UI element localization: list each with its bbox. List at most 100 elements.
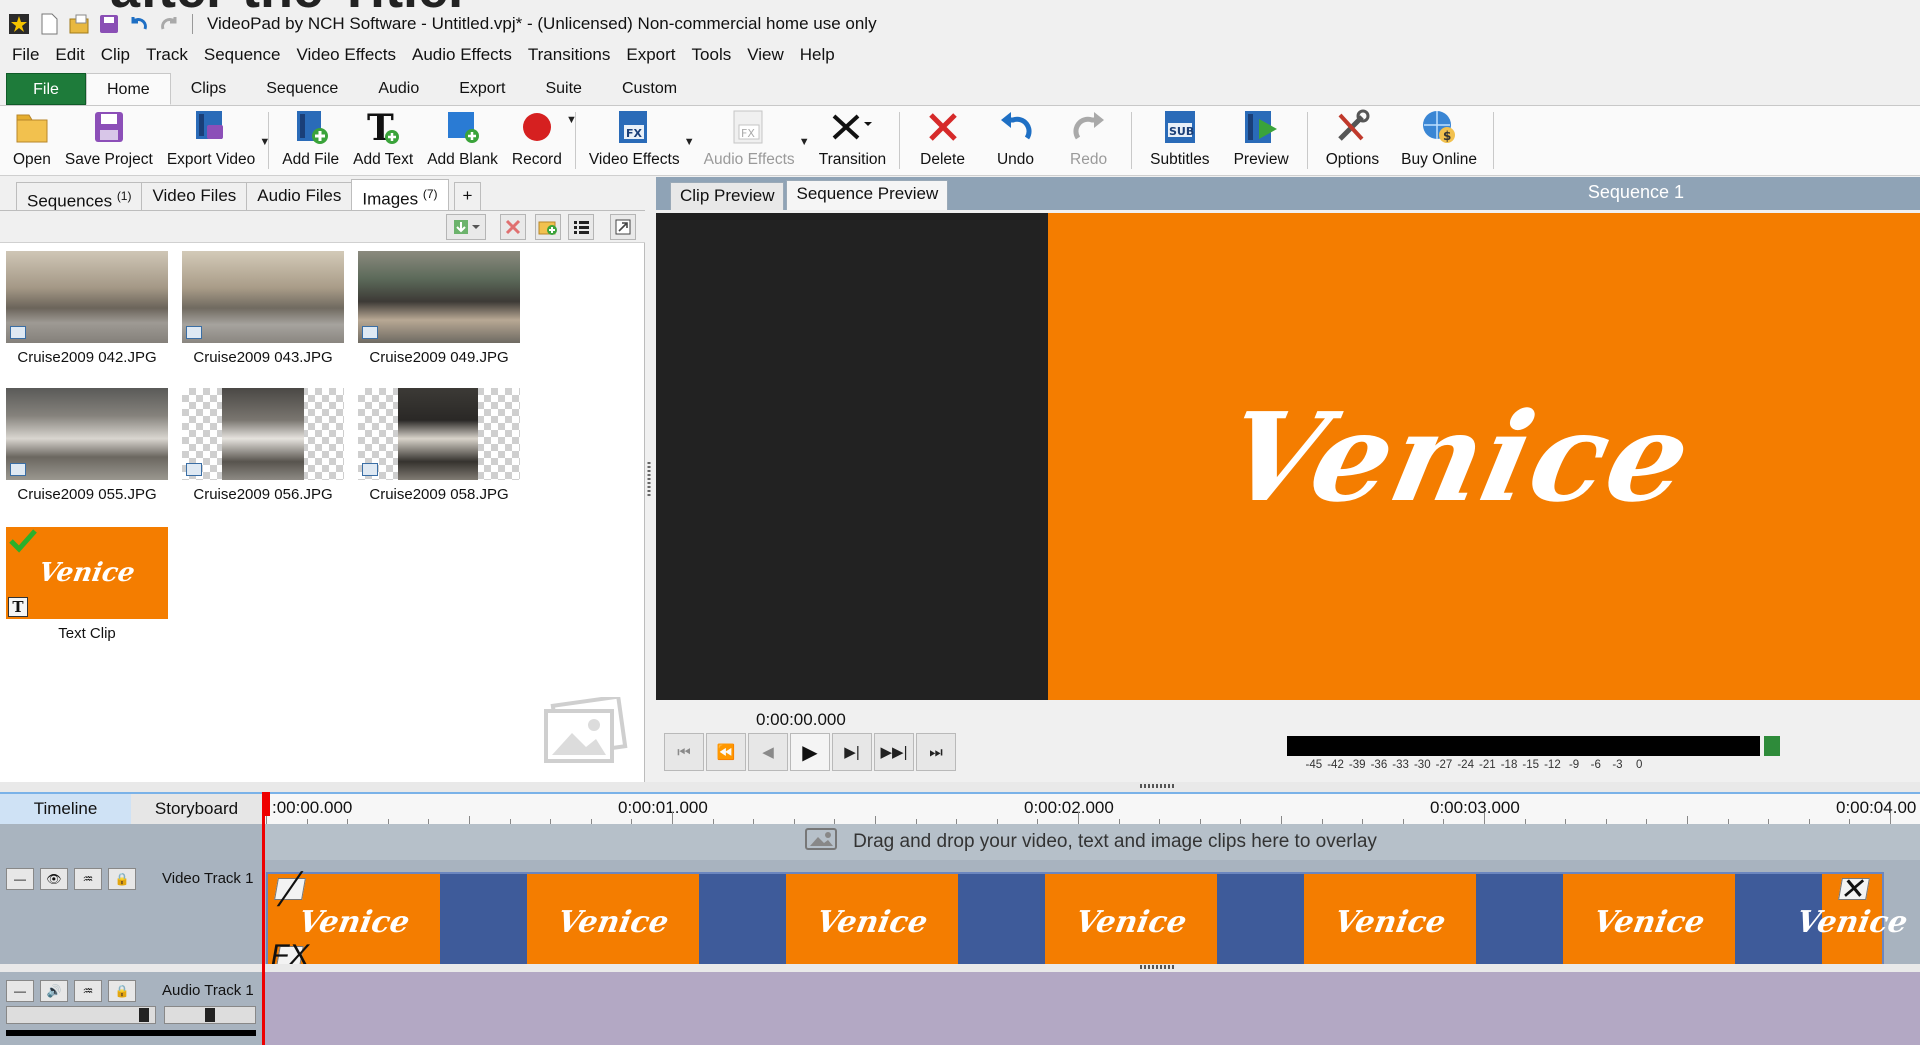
menu-help[interactable]: Help	[792, 45, 843, 65]
lock-track-icon[interactable]: 🔒	[108, 868, 136, 890]
skip-to-start-icon[interactable]: ⏮	[664, 733, 704, 771]
menu-view[interactable]: View	[739, 45, 792, 65]
new-project-icon[interactable]	[38, 13, 60, 35]
media-item[interactable]: Cruise2009 056.JPG	[182, 388, 344, 503]
timeline-clip[interactable]: Venice	[1304, 874, 1476, 970]
add-blank-button[interactable]: Add Blank	[420, 106, 505, 175]
export-dropdown-arrow[interactable]: ▼	[259, 136, 270, 148]
remove-x-icon[interactable]	[500, 214, 526, 240]
next-frame-icon[interactable]: ▶▶|	[874, 733, 914, 771]
ribbon-tab-custom[interactable]: Custom	[602, 73, 697, 105]
menu-track[interactable]: Track	[138, 45, 196, 65]
timeline-clip[interactable]: Venice	[1045, 874, 1217, 970]
menu-clip[interactable]: Clip	[93, 45, 138, 65]
lock-track-icon[interactable]: 🔒	[108, 980, 136, 1002]
horizontal-splitter[interactable]	[0, 782, 1920, 792]
media-item[interactable]: Cruise2009 058.JPG	[358, 388, 520, 503]
menu-sequence[interactable]: Sequence	[196, 45, 289, 65]
tab-audio-files[interactable]: Audio Files	[246, 182, 353, 210]
play-icon[interactable]: ▶	[790, 733, 830, 771]
delete-button[interactable]: Delete	[906, 106, 979, 175]
playhead-handle[interactable]	[262, 792, 270, 816]
time-ruler[interactable]: :00:00.000 0:00:01.000 0:00:02.000 0:00:…	[262, 792, 1920, 824]
tab-sequences[interactable]: Sequences (1)	[16, 182, 143, 211]
video-effects-button[interactable]: FX Video Effects ▼	[582, 106, 695, 175]
collapse-track-icon[interactable]: —	[6, 980, 34, 1002]
clip-fx-badge[interactable]: FX	[268, 939, 312, 972]
add-file-button[interactable]: Add File	[275, 106, 346, 175]
save-project-button[interactable]: Save Project	[58, 106, 160, 175]
tab-video-files[interactable]: Video Files	[141, 182, 248, 210]
track-effects-icon[interactable]: ♒	[74, 868, 102, 890]
video-effects-dropdown-arrow[interactable]: ▼	[684, 136, 695, 148]
media-item[interactable]: Cruise2009 049.JPG	[358, 251, 520, 366]
options-button[interactable]: Options	[1314, 106, 1391, 175]
menu-tools[interactable]: Tools	[684, 45, 740, 65]
ribbon-tab-export[interactable]: Export	[439, 73, 525, 105]
sort-dropdown-icon[interactable]	[446, 214, 486, 240]
track-effects-icon[interactable]: ♒	[74, 980, 102, 1002]
pan-slider[interactable]	[164, 1006, 256, 1024]
open-button[interactable]: Open	[6, 106, 58, 175]
step-forward-icon[interactable]: ▶|	[832, 733, 872, 771]
ribbon-tab-clips[interactable]: Clips	[171, 73, 247, 105]
fade-in-icon[interactable]: ╱	[274, 873, 306, 906]
subtitles-button[interactable]: SUB Subtitles	[1138, 106, 1221, 175]
menu-video-effects[interactable]: Video Effects	[288, 45, 404, 65]
volume-slider[interactable]	[6, 1006, 156, 1024]
media-item-text-clip[interactable]: Venice T Text Clip	[6, 527, 168, 642]
media-item[interactable]: Cruise2009 043.JPG	[182, 251, 344, 366]
export-video-button[interactable]: Export Video ▼	[160, 106, 270, 175]
media-item[interactable]: Cruise2009 055.JPG	[6, 388, 168, 503]
timeline-clip[interactable]: Venice	[1563, 874, 1735, 970]
video-track-lane[interactable]: Venice FX ╱ Venice Venice Venice Venice Venice V…	[262, 860, 1910, 972]
timeline-clip[interactable]: Venice FX ╱	[268, 873, 440, 972]
eye-visibility-icon[interactable]: 👁	[40, 868, 68, 890]
tab-timeline[interactable]: Timeline	[0, 794, 131, 824]
track-splitter[interactable]	[0, 964, 1920, 972]
volume-slider-knob[interactable]	[139, 1008, 149, 1022]
previous-frame-icon[interactable]: ⏪	[706, 733, 746, 771]
step-back-icon[interactable]: ◀	[748, 733, 788, 771]
transition-button[interactable]: Transition	[812, 106, 893, 175]
timeline-clip[interactable]: Venice	[527, 874, 699, 970]
ribbon-tab-home[interactable]: Home	[86, 73, 171, 105]
save-icon[interactable]	[98, 13, 120, 35]
menu-audio-effects[interactable]: Audio Effects	[404, 45, 520, 65]
tab-clip-preview[interactable]: Clip Preview	[670, 182, 785, 210]
timeline-clip[interactable]: Venice	[786, 874, 958, 970]
undock-icon[interactable]	[610, 214, 636, 240]
pan-slider-knob[interactable]	[205, 1008, 215, 1022]
add-text-button[interactable]: T Add Text	[346, 106, 420, 175]
tab-sequence-preview[interactable]: Sequence Preview	[786, 180, 949, 210]
skip-to-end-icon[interactable]: ⏭	[916, 733, 956, 771]
buy-online-button[interactable]: $ Buy Online	[1391, 106, 1487, 175]
ribbon-tab-audio[interactable]: Audio	[358, 73, 439, 105]
open-project-icon[interactable]	[68, 13, 90, 35]
audio-track-lane[interactable]	[262, 972, 1920, 1045]
menu-export[interactable]: Export	[618, 45, 683, 65]
list-view-icon[interactable]	[568, 214, 594, 240]
menu-file[interactable]: File	[4, 45, 47, 65]
vertical-splitter-handle[interactable]	[646, 460, 652, 500]
record-dropdown-arrow[interactable]: ▼	[566, 114, 577, 126]
speaker-icon[interactable]: 🔊	[40, 980, 68, 1002]
menu-edit[interactable]: Edit	[47, 45, 92, 65]
collapse-track-icon[interactable]: —	[6, 868, 34, 890]
preview-button[interactable]: Preview	[1222, 106, 1301, 175]
tab-storyboard[interactable]: Storyboard	[131, 794, 262, 824]
timeline-clip[interactable]: Venice ✕	[1794, 873, 1910, 970]
ribbon-tab-file[interactable]: File	[6, 73, 86, 105]
add-bin-tab-button[interactable]: +	[453, 182, 482, 210]
media-item[interactable]: Cruise2009 042.JPG	[6, 251, 168, 366]
playhead[interactable]	[262, 792, 265, 1045]
new-folder-icon[interactable]	[535, 214, 561, 240]
tab-images[interactable]: Images (7)	[351, 179, 449, 210]
record-button[interactable]: Record ▼	[505, 106, 577, 175]
undo-button[interactable]: Undo	[979, 106, 1052, 175]
ribbon-tab-sequence[interactable]: Sequence	[246, 73, 358, 105]
ribbon-tab-suite[interactable]: Suite	[525, 73, 601, 105]
overlay-drop-zone[interactable]: Drag and drop your video, text and image…	[262, 824, 1920, 860]
transition-icon[interactable]: ✕	[1838, 873, 1870, 906]
menu-transitions[interactable]: Transitions	[520, 45, 619, 65]
